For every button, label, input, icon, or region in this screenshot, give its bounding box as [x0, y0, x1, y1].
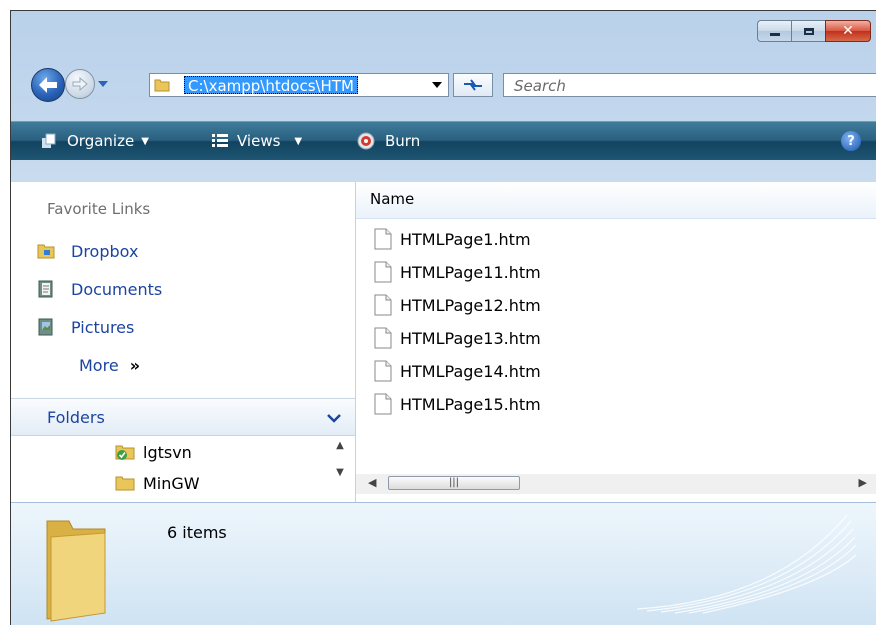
- favorite-link-label: Pictures: [71, 317, 135, 337]
- file-item[interactable]: HTMLPage1.htm: [374, 225, 531, 253]
- document-file-icon: [374, 228, 392, 250]
- file-name: HTMLPage1.htm: [400, 229, 531, 249]
- folders-scrollbar[interactable]: ▲ ▼: [333, 440, 347, 498]
- address-dropdown-button[interactable]: [428, 76, 446, 94]
- document-file-icon: [374, 294, 392, 316]
- minimize-button[interactable]: [757, 20, 791, 42]
- refresh-button[interactable]: [453, 73, 493, 97]
- dropbox-folder-icon: [37, 242, 55, 260]
- organize-label: Organize: [67, 132, 135, 150]
- views-button[interactable]: Views ▼: [211, 122, 302, 160]
- navigation-bar: C:\xampp\htdocs\HTM Search: [11, 63, 876, 107]
- document-file-icon: [374, 360, 392, 382]
- document-file-icon: [374, 261, 392, 283]
- file-item[interactable]: HTMLPage11.htm: [374, 258, 541, 286]
- explorer-window: ✕ C:\xampp\htdocs\HTM Search Organize ▼ …: [10, 10, 876, 625]
- back-arrow-icon: [39, 77, 57, 93]
- horizontal-scrollbar[interactable]: ◀ ||| ▶: [356, 474, 876, 494]
- search-placeholder: Search: [514, 77, 566, 95]
- scroll-down-icon[interactable]: ▼: [333, 467, 347, 478]
- favorite-link-label: Dropbox: [71, 241, 139, 261]
- file-item[interactable]: HTMLPage12.htm: [374, 291, 541, 319]
- folders-header[interactable]: Folders: [11, 398, 355, 436]
- burn-button[interactable]: Burn: [357, 122, 420, 160]
- file-list-pane: Name HTMLPage1.htm HTMLPage11.htm HTMLPa…: [356, 182, 876, 502]
- documents-icon: [37, 280, 55, 298]
- file-item[interactable]: HTMLPage14.htm: [374, 357, 541, 385]
- minimize-icon: [769, 32, 780, 36]
- close-icon: ✕: [842, 23, 854, 39]
- file-name: HTMLPage12.htm: [400, 295, 541, 315]
- name-column-label: Name: [370, 190, 415, 208]
- file-name: HTMLPage14.htm: [400, 361, 541, 381]
- address-bar[interactable]: C:\xampp\htdocs\HTM: [149, 73, 449, 97]
- chevron-down-icon: [432, 81, 442, 88]
- folders-title: Folders: [47, 408, 105, 427]
- favorite-link-pictures[interactable]: Pictures: [37, 315, 134, 339]
- folder-icon: [115, 476, 135, 491]
- file-name: HTMLPage15.htm: [400, 394, 541, 414]
- forward-button[interactable]: [65, 69, 95, 99]
- maximize-button[interactable]: [791, 20, 825, 42]
- favorite-link-label: Documents: [71, 279, 163, 299]
- navigation-pane: Favorite Links Dropbox Documents Picture…: [11, 182, 356, 502]
- chevron-down-icon: [98, 81, 108, 87]
- scroll-left-icon[interactable]: ◀: [368, 476, 376, 489]
- help-icon: ?: [847, 133, 855, 149]
- tree-item-lgtsvn[interactable]: lgtsvn: [115, 441, 192, 463]
- name-column-header[interactable]: Name: [356, 182, 876, 219]
- command-toolbar: Organize ▼ Views ▼ Burn ?: [11, 121, 876, 160]
- maximize-icon: [803, 27, 814, 35]
- chevron-down-icon: ▼: [294, 135, 303, 147]
- decorative-swoosh: [636, 514, 857, 614]
- burn-disc-icon: [357, 132, 375, 150]
- tree-item-label: MinGW: [143, 473, 200, 493]
- favorite-link-dropbox[interactable]: Dropbox: [37, 239, 138, 263]
- double-chevron-right-icon: »: [129, 356, 141, 375]
- organize-button[interactable]: Organize ▼: [41, 122, 149, 160]
- scroll-right-icon[interactable]: ▶: [859, 476, 867, 489]
- more-label: More: [79, 356, 119, 375]
- file-name: HTMLPage13.htm: [400, 328, 541, 348]
- address-path[interactable]: C:\xampp\htdocs\HTM: [184, 76, 358, 95]
- scrollbar-thumb[interactable]: |||: [388, 476, 520, 490]
- close-button[interactable]: ✕: [825, 20, 871, 42]
- details-pane: 6 items: [11, 502, 876, 625]
- chevron-down-icon: ▼: [141, 135, 149, 147]
- tree-item-mingw[interactable]: MinGW: [115, 472, 200, 494]
- file-name: HTMLPage11.htm: [400, 262, 541, 282]
- large-folder-icon: [46, 520, 106, 622]
- pictures-icon: [37, 318, 55, 336]
- folder-icon: [154, 79, 170, 92]
- favorite-link-documents[interactable]: Documents: [37, 277, 162, 301]
- document-file-icon: [374, 393, 392, 415]
- burn-label: Burn: [385, 132, 421, 150]
- views-label: Views: [237, 132, 281, 150]
- document-file-icon: [374, 327, 392, 349]
- chevron-down-icon: [327, 408, 341, 427]
- refresh-icon: [464, 79, 482, 91]
- organize-icon: [42, 133, 56, 148]
- title-bar: ✕: [11, 11, 876, 61]
- scroll-up-icon[interactable]: ▲: [333, 440, 347, 451]
- tree-item-label: lgtsvn: [143, 442, 192, 462]
- item-count: 6 items: [167, 523, 227, 542]
- views-icon: [212, 134, 228, 147]
- file-item[interactable]: HTMLPage13.htm: [374, 324, 541, 352]
- recent-pages-dropdown[interactable]: [97, 77, 109, 91]
- search-input[interactable]: Search: [503, 73, 876, 97]
- help-button[interactable]: ?: [841, 131, 861, 151]
- file-item[interactable]: HTMLPage15.htm: [374, 390, 541, 418]
- more-links-button[interactable]: More »: [79, 356, 140, 375]
- forward-arrow-icon: [72, 77, 88, 91]
- svn-folder-icon: [115, 445, 135, 460]
- favorite-links-header: Favorite Links: [47, 200, 151, 218]
- caption-buttons: ✕: [757, 20, 871, 42]
- back-button[interactable]: [31, 68, 65, 102]
